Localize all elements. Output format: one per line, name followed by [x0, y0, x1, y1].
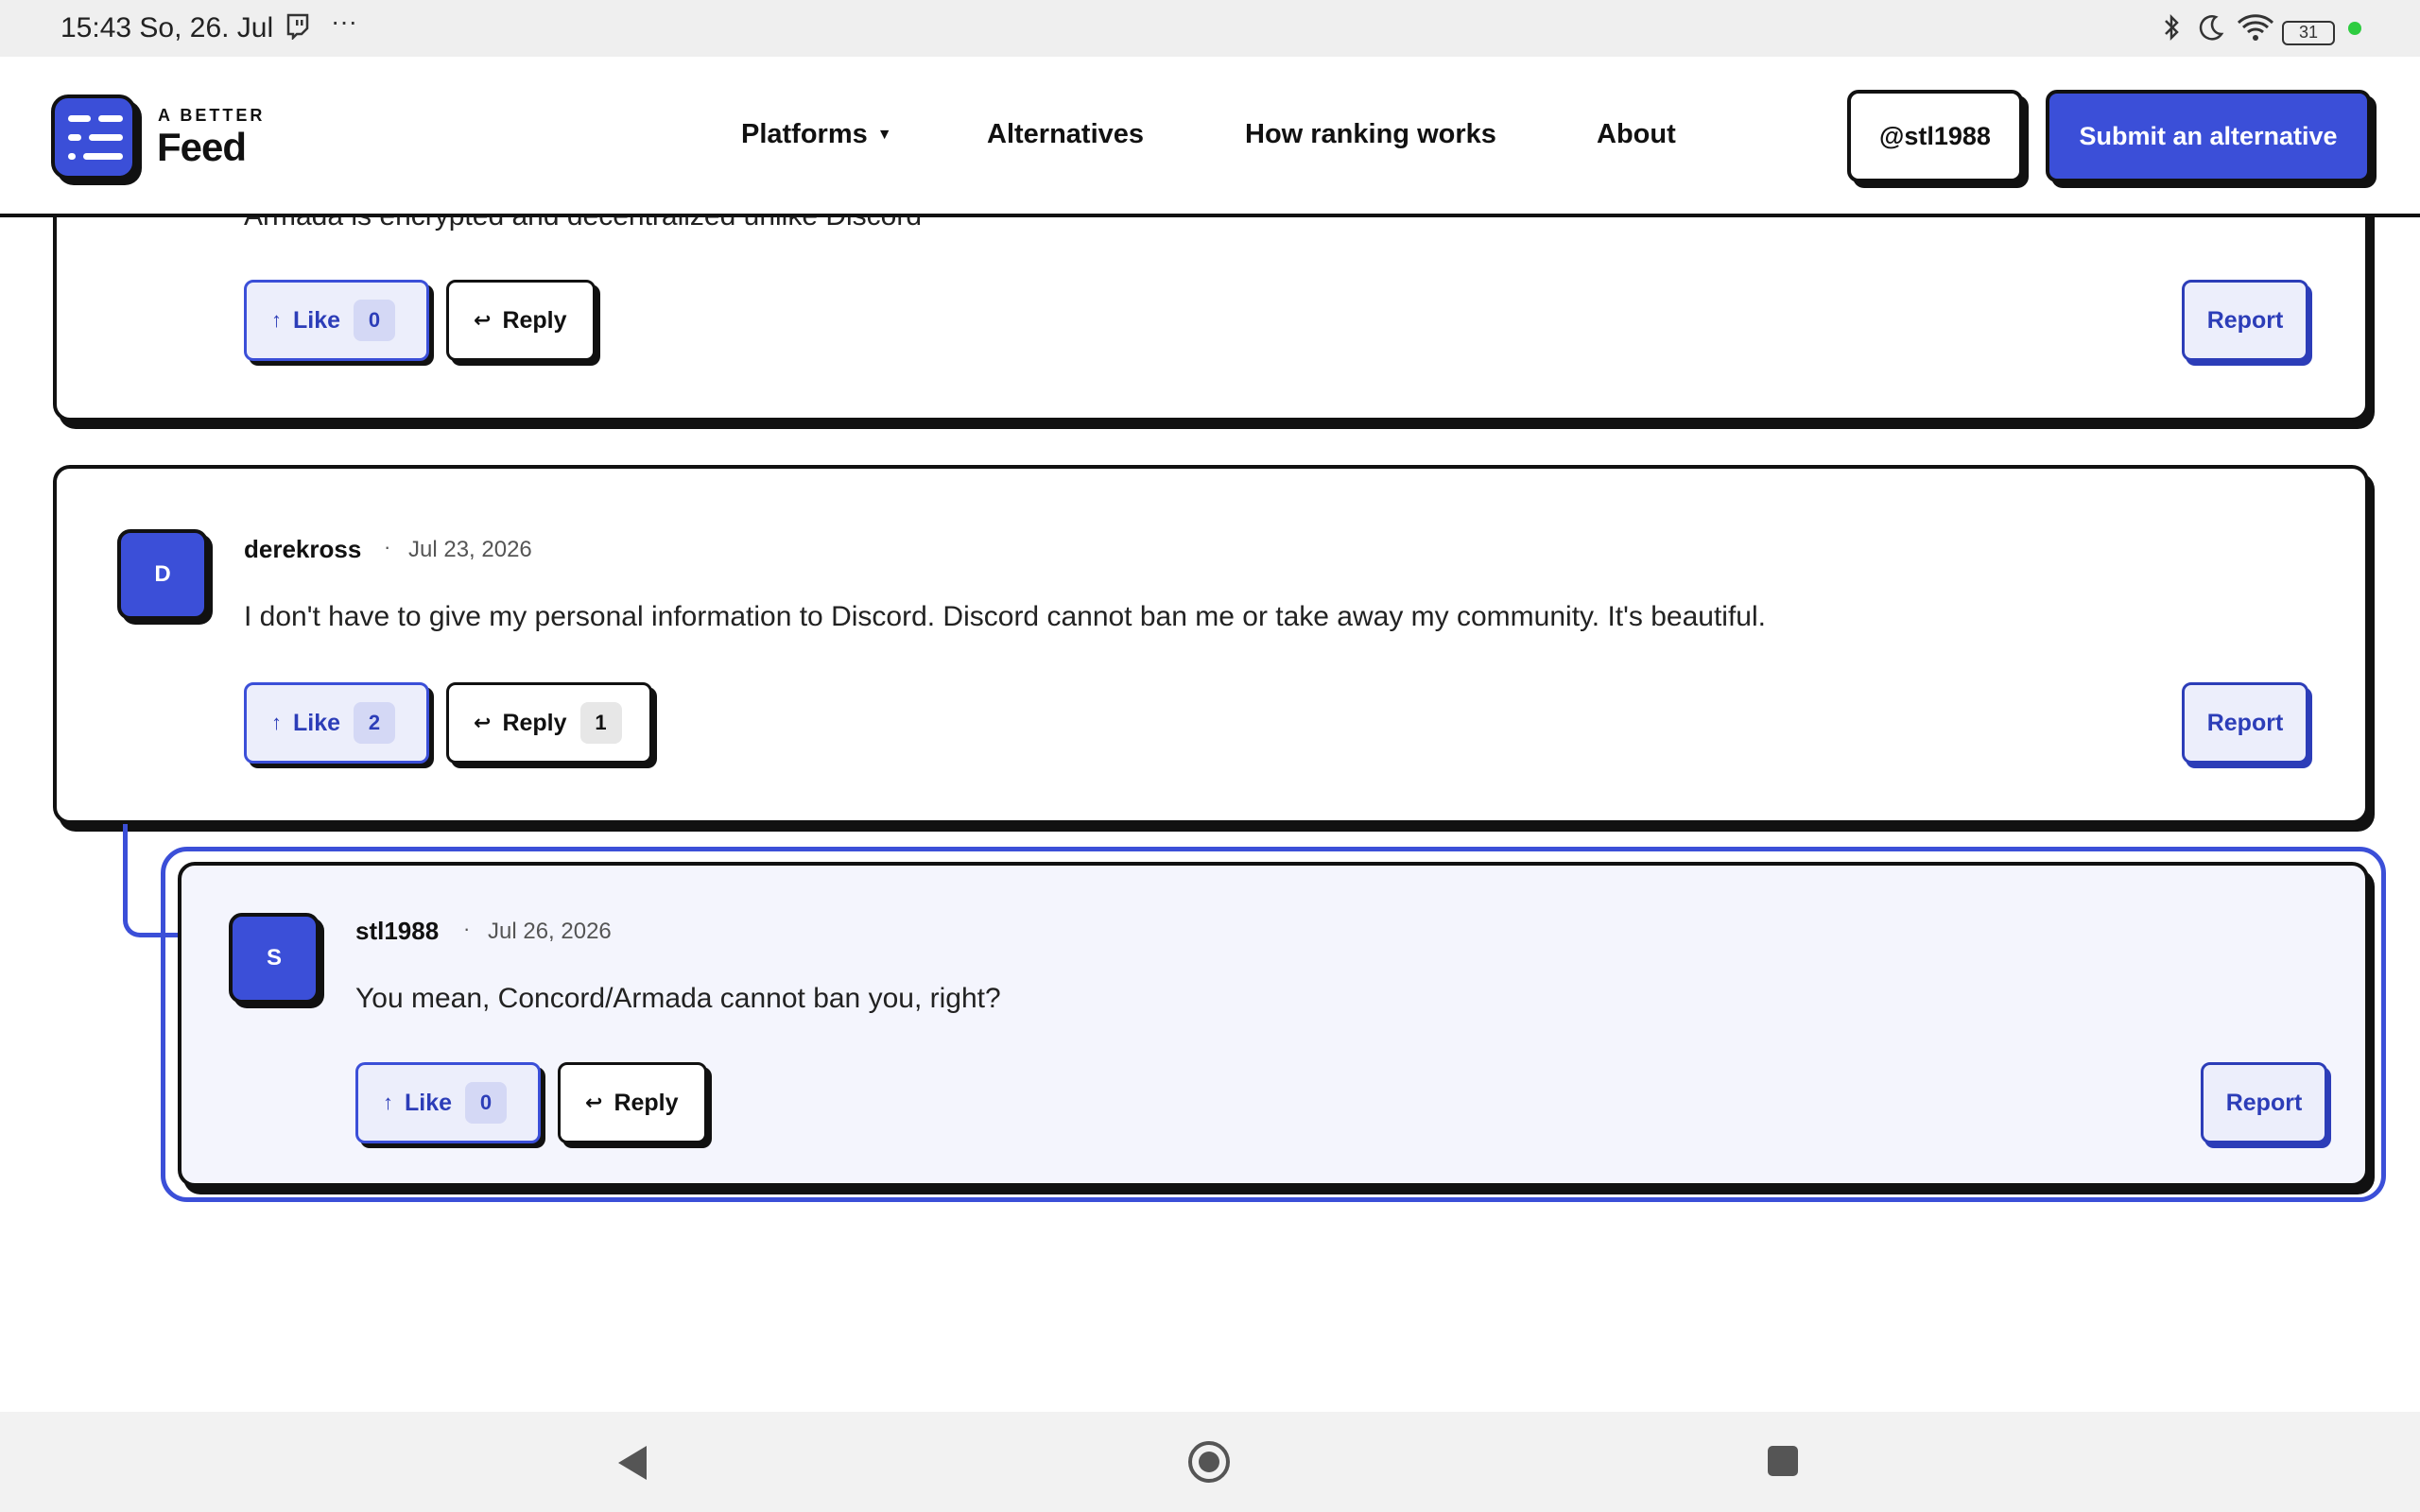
avatar[interactable]: S — [229, 913, 320, 1004]
site-header: A BETTER Feed Platforms ▼ Alternatives Ho… — [0, 57, 2420, 217]
like-button[interactable]: ↑ Like 0 — [355, 1062, 541, 1143]
reply-button[interactable]: ↩ Reply — [558, 1062, 707, 1143]
meta-separator: · — [384, 535, 391, 558]
camera-active-dot — [2348, 22, 2361, 35]
twitch-notification-icon — [285, 13, 310, 45]
user-account-button[interactable]: @stl1988 — [1847, 90, 2023, 182]
like-label: Like — [293, 306, 341, 334]
meta-separator: · — [463, 917, 471, 940]
battery-level: 31 — [2282, 21, 2335, 45]
recents-square-icon[interactable] — [1766, 1444, 1800, 1483]
arrow-up-icon: ↑ — [383, 1091, 393, 1114]
like-count: 0 — [354, 300, 396, 341]
like-button[interactable]: ↑ Like 0 — [244, 280, 429, 361]
wifi-icon — [2237, 13, 2274, 47]
caret-down-icon: ▼ — [876, 127, 892, 144]
reply-count: 1 — [579, 702, 622, 744]
like-count: 2 — [354, 702, 396, 744]
nav-about[interactable]: About — [1597, 119, 1676, 150]
avatar[interactable]: D — [117, 529, 208, 620]
comment-card: D derekross · Jul 23, 2026 I don't have … — [53, 465, 2369, 824]
arrow-up-icon: ↑ — [271, 308, 282, 332]
more-notifications-icon: ··· — [331, 7, 357, 36]
bluetooth-icon — [2163, 13, 2182, 47]
like-label: Like — [293, 709, 341, 736]
status-time: 15:43 So, 26. Jul — [60, 12, 274, 43]
arrow-up-icon: ↑ — [271, 711, 282, 734]
reply-label: Reply — [502, 306, 567, 334]
like-button[interactable]: ↑ Like 2 — [244, 682, 429, 764]
nav-platforms-label: Platforms — [741, 119, 868, 149]
report-button[interactable]: Report — [2182, 682, 2308, 764]
comment-card-highlighted: S stl1988 · Jul 26, 2026 You mean, Conco… — [178, 862, 2369, 1187]
reply-button[interactable]: ↩ Reply 1 — [446, 682, 652, 764]
comment-date: Jul 23, 2026 — [408, 537, 532, 562]
brand-name[interactable]: Feed — [157, 125, 247, 170]
reply-button[interactable]: ↩ Reply — [446, 280, 596, 361]
submit-alternative-button[interactable]: Submit an alternative — [2046, 90, 2371, 182]
like-count: 0 — [465, 1082, 508, 1124]
logo-icon[interactable] — [51, 94, 136, 180]
reply-label: Reply — [502, 709, 567, 736]
nav-how-ranking-works[interactable]: How ranking works — [1245, 119, 1496, 150]
home-circle-icon[interactable] — [1187, 1440, 1231, 1488]
reply-arrow-icon: ↩ — [474, 711, 492, 734]
reply-arrow-icon: ↩ — [474, 308, 492, 332]
reply-label: Reply — [614, 1089, 679, 1116]
report-button[interactable]: Report — [2201, 1062, 2327, 1143]
comment-text: I don't have to give my personal informa… — [244, 601, 1766, 632]
do-not-disturb-moon-icon — [2197, 13, 2225, 47]
system-navigation-bar — [0, 1412, 2420, 1512]
comment-author[interactable]: stl1988 — [355, 917, 439, 946]
back-triangle-icon[interactable] — [616, 1444, 648, 1486]
nav-alternatives[interactable]: Alternatives — [987, 119, 1144, 150]
comment-date: Jul 26, 2026 — [488, 919, 612, 944]
reply-arrow-icon: ↩ — [585, 1091, 603, 1114]
nav-platforms[interactable]: Platforms ▼ — [741, 119, 892, 150]
comment-text: You mean, Concord/Armada cannot ban you,… — [355, 983, 1001, 1014]
status-bar: 15:43 So, 26. Jul ··· 31 — [0, 0, 2420, 57]
like-label: Like — [405, 1089, 453, 1116]
report-button[interactable]: Report — [2182, 280, 2308, 361]
battery-icon: 31 — [2282, 15, 2335, 45]
comment-author[interactable]: derekross — [244, 535, 361, 564]
brand-tagline: A BETTER — [158, 106, 266, 125]
